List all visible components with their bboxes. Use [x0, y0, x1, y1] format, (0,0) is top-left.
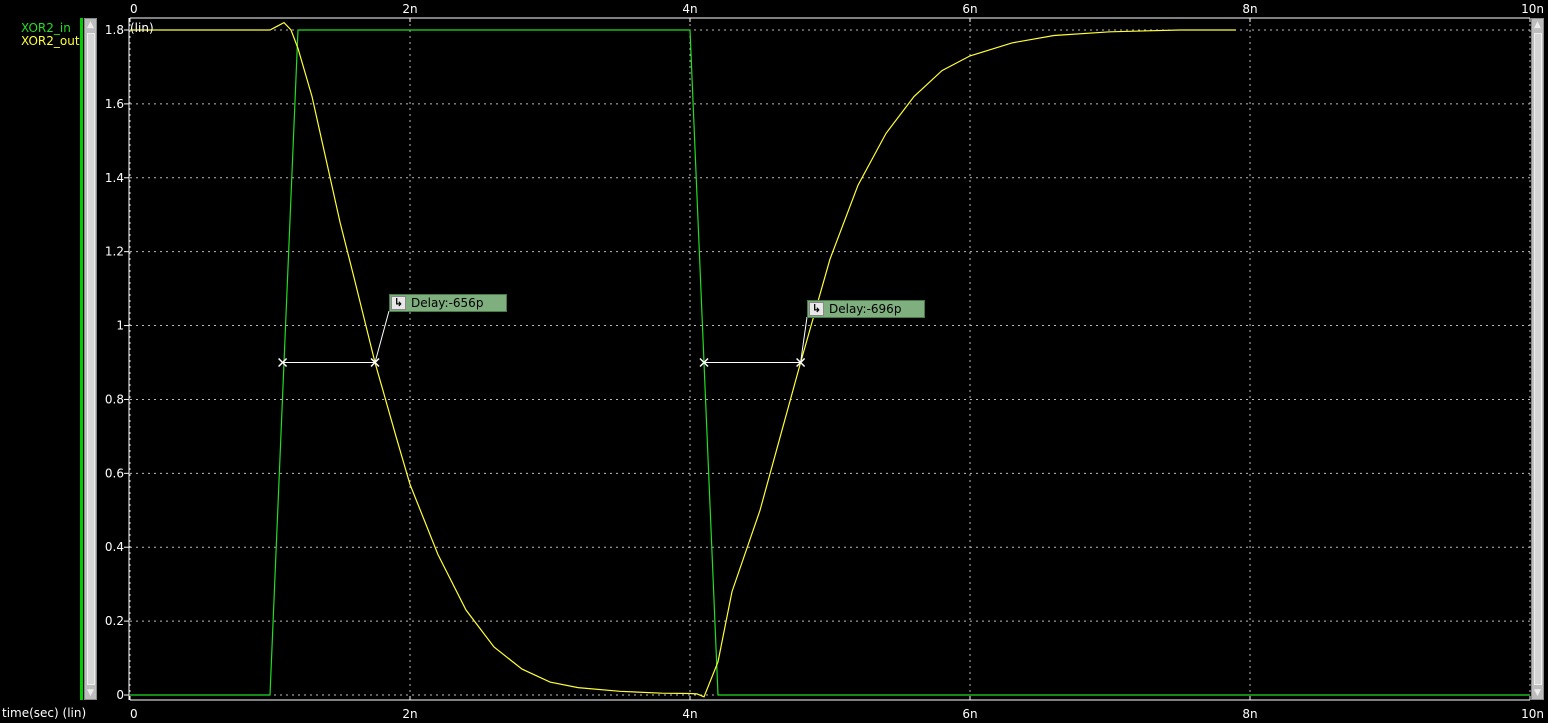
scroll-down-arrow-icon[interactable]: ▼ [1532, 687, 1543, 699]
measurement-icon: ↳ [391, 296, 406, 310]
x-tick-label-top: 2n [402, 2, 417, 16]
x-tick-label-bottom: 4n [682, 707, 697, 721]
y-tick-label: 0.2 [105, 614, 124, 628]
x-tick-label-top: 10n [1521, 2, 1544, 16]
y-tick-label: 1.8 [105, 23, 124, 37]
series-line-xor2-out [130, 21, 1236, 698]
waveform-chart[interactable]: 00.20.40.60.811.21.41.61.8002n2n4n4n6n6n… [0, 0, 1548, 723]
delay-value: Delay:-696p [829, 302, 902, 316]
x-tick-label-bottom: 0 [130, 707, 138, 721]
y-tick-label: 0.6 [105, 466, 124, 480]
y-tick-label: 0.8 [105, 392, 124, 406]
y-tick-label: 1.2 [105, 245, 124, 259]
x-tick-label-top: 0 [130, 2, 138, 16]
delay-leader-line [800, 316, 808, 363]
delay-measurement-label[interactable]: ↳ Delay:-656p [389, 294, 507, 312]
x-tick-label-top: 8n [1242, 2, 1257, 16]
x-tick-label-bottom: 6n [962, 707, 977, 721]
x-tick-label-top: 4n [682, 2, 697, 16]
x-tick-label-bottom: 8n [1242, 707, 1257, 721]
right-scrollbar[interactable]: ▲ ▼ [1531, 18, 1544, 700]
measurement-icon: ↳ [809, 302, 824, 316]
y-tick-label: 0 [116, 688, 124, 702]
scroll-up-arrow-icon[interactable]: ▲ [1532, 19, 1543, 31]
scroll-thumb[interactable] [1534, 33, 1542, 685]
y-tick-label: 0.4 [105, 540, 124, 554]
x-tick-label-bottom: 2n [402, 707, 417, 721]
x-tick-label-bottom: 10n [1521, 707, 1544, 721]
x-axis-title: time(sec) (lin) [2, 706, 87, 720]
y-tick-label: 1.4 [105, 171, 124, 185]
y-tick-label: 1.6 [105, 97, 124, 111]
y-scale-label: (lin) [130, 21, 154, 35]
y-tick-label: 1 [116, 319, 124, 333]
delay-measurement-label[interactable]: ↳ Delay:-696p [807, 300, 925, 318]
delay-leader-line [374, 310, 390, 363]
delay-value: Delay:-656p [411, 296, 484, 310]
x-tick-label-top: 6n [962, 2, 977, 16]
